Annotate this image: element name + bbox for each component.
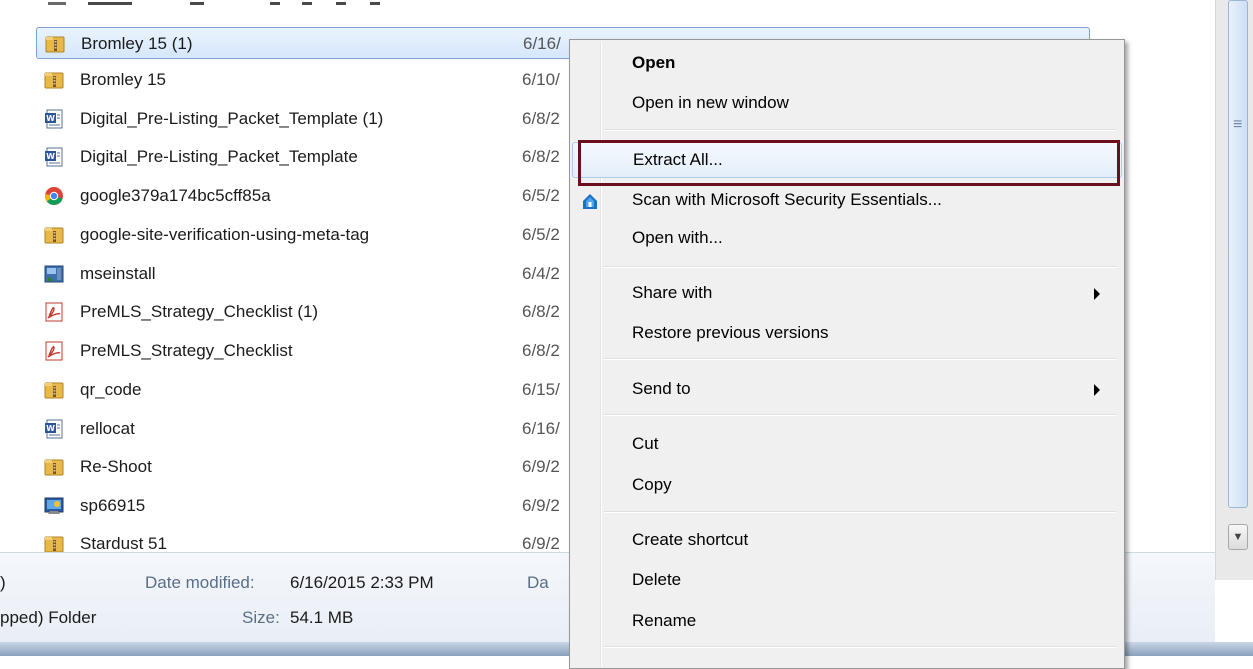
zip-folder-icon (44, 70, 64, 90)
menu-item-label: Rename (632, 611, 697, 630)
vertical-scrollbar[interactable]: ≡ ▼ (1215, 0, 1253, 580)
menu-item-label: Extract All... (633, 150, 723, 169)
file-name: Digital_Pre-Listing_Packet_Template (1) (80, 109, 384, 128)
installer-icon (44, 264, 64, 284)
word-doc-icon: W (44, 419, 64, 439)
menu-item-restore-previous-versions[interactable]: Restore previous versions (572, 316, 1122, 352)
menu-item-label: Open in new window (632, 93, 789, 112)
menu-item-rename[interactable]: Rename (572, 604, 1122, 640)
menu-separator (604, 511, 1116, 513)
word-doc-icon: W (44, 109, 64, 129)
menu-item-label: Open with... (632, 228, 723, 247)
file-date: 6/9/2 (522, 496, 560, 515)
security-essentials-icon (580, 191, 600, 211)
zip-folder-icon (45, 34, 65, 54)
menu-item-scan-security-essentials[interactable]: Scan with Microsoft Security Essentials.… (572, 183, 1122, 219)
menu-item-cut[interactable]: Cut (572, 427, 1122, 463)
svg-text:W: W (46, 424, 55, 433)
arrow-down-icon: ▼ (1232, 531, 1244, 543)
menu-item-share-with[interactable]: Share with (572, 276, 1122, 312)
menu-item-label: Delete (632, 570, 682, 589)
context-menu: Open Open in new window Extract All... S… (569, 39, 1125, 669)
file-date: 6/8/2 (522, 147, 560, 166)
pdf-icon (44, 341, 64, 361)
menu-item-delete[interactable]: Delete (572, 563, 1122, 599)
date-modified-value: 6/16/2015 2:33 PM (290, 573, 434, 592)
zip-folder-icon (44, 380, 64, 400)
zip-folder-icon (44, 225, 64, 245)
menu-item-label: Scan with Microsoft Security Essentials.… (632, 190, 942, 209)
setup-icon (44, 496, 64, 516)
menu-separator (604, 266, 1116, 268)
menu-item-extract-all[interactable]: Extract All... (572, 142, 1122, 178)
zip-folder-icon (44, 534, 64, 552)
file-name: rellocat (80, 419, 135, 438)
menu-item-copy[interactable]: Copy (572, 468, 1122, 504)
menu-item-label: Share with (632, 283, 713, 302)
grip-icon: ≡ (1233, 116, 1243, 133)
svg-text:W: W (46, 152, 55, 161)
file-name: PreMLS_Strategy_Checklist (80, 341, 293, 360)
file-date: 6/9/2 (522, 457, 560, 476)
file-name: Digital_Pre-Listing_Packet_Template (80, 147, 358, 166)
chrome-icon (44, 186, 64, 206)
details-name-fragment: ) (0, 573, 6, 592)
file-name: Stardust 51 (80, 534, 167, 552)
partial-file-row (40, 0, 1090, 14)
file-name: sp66915 (80, 496, 146, 515)
file-name: Bromley 15 (1) (81, 34, 193, 53)
svg-text:W: W (46, 114, 55, 123)
file-date: 6/16/ (523, 34, 561, 53)
menu-item-label: Create shortcut (632, 530, 749, 549)
menu-separator (604, 129, 1116, 131)
menu-item-label: Send to (632, 379, 691, 398)
file-date: 6/5/2 (522, 186, 560, 205)
file-name: Re-Shoot (80, 457, 152, 476)
menu-item-send-to[interactable]: Send to (572, 372, 1122, 408)
file-date: 6/9/2 (522, 534, 560, 552)
menu-item-open-new-window[interactable]: Open in new window (572, 86, 1122, 122)
zip-folder-icon (44, 457, 64, 477)
menu-separator (604, 414, 1116, 416)
file-name: PreMLS_Strategy_Checklist (1) (80, 302, 319, 321)
item-type-value: pped) Folder (0, 608, 97, 627)
menu-item-label: Copy (632, 475, 672, 494)
menu-item-label: Restore previous versions (632, 323, 829, 342)
file-date: 6/4/2 (522, 264, 560, 283)
file-date: 6/8/2 (522, 302, 560, 321)
scroll-down-button[interactable]: ▼ (1228, 524, 1248, 550)
file-date: 6/10/ (522, 70, 560, 89)
file-date: 6/8/2 (522, 109, 560, 128)
menu-separator (604, 646, 1116, 648)
file-name: google-site-verification-using-meta-tag (80, 225, 370, 244)
menu-item-create-shortcut[interactable]: Create shortcut (572, 523, 1122, 559)
file-date: 6/5/2 (522, 225, 560, 244)
menu-item-label: Cut (632, 434, 659, 453)
word-doc-icon: W (44, 147, 64, 167)
scrollbar-thumb[interactable]: ≡ (1228, 0, 1248, 508)
file-date: 6/16/ (522, 419, 560, 438)
menu-item-open[interactable]: Open (572, 46, 1122, 82)
submenu-arrow-icon (1094, 384, 1100, 396)
size-value: 54.1 MB (290, 608, 354, 627)
file-name: mseinstall (80, 264, 156, 283)
date-created-label: Da (527, 573, 549, 592)
file-name: google379a174bc5cff85a (80, 186, 271, 205)
file-name: Bromley 15 (80, 70, 166, 89)
date-modified-label: Date modified: (145, 573, 255, 592)
pdf-icon (44, 302, 64, 322)
submenu-arrow-icon (1094, 288, 1100, 300)
file-date: 6/8/2 (522, 341, 560, 360)
menu-item-open-with[interactable]: Open with... (572, 221, 1122, 257)
menu-item-label: Open (632, 53, 676, 72)
menu-separator (604, 358, 1116, 360)
file-name: qr_code (80, 380, 142, 399)
size-label: Size: (242, 608, 280, 627)
file-date: 6/15/ (522, 380, 560, 399)
